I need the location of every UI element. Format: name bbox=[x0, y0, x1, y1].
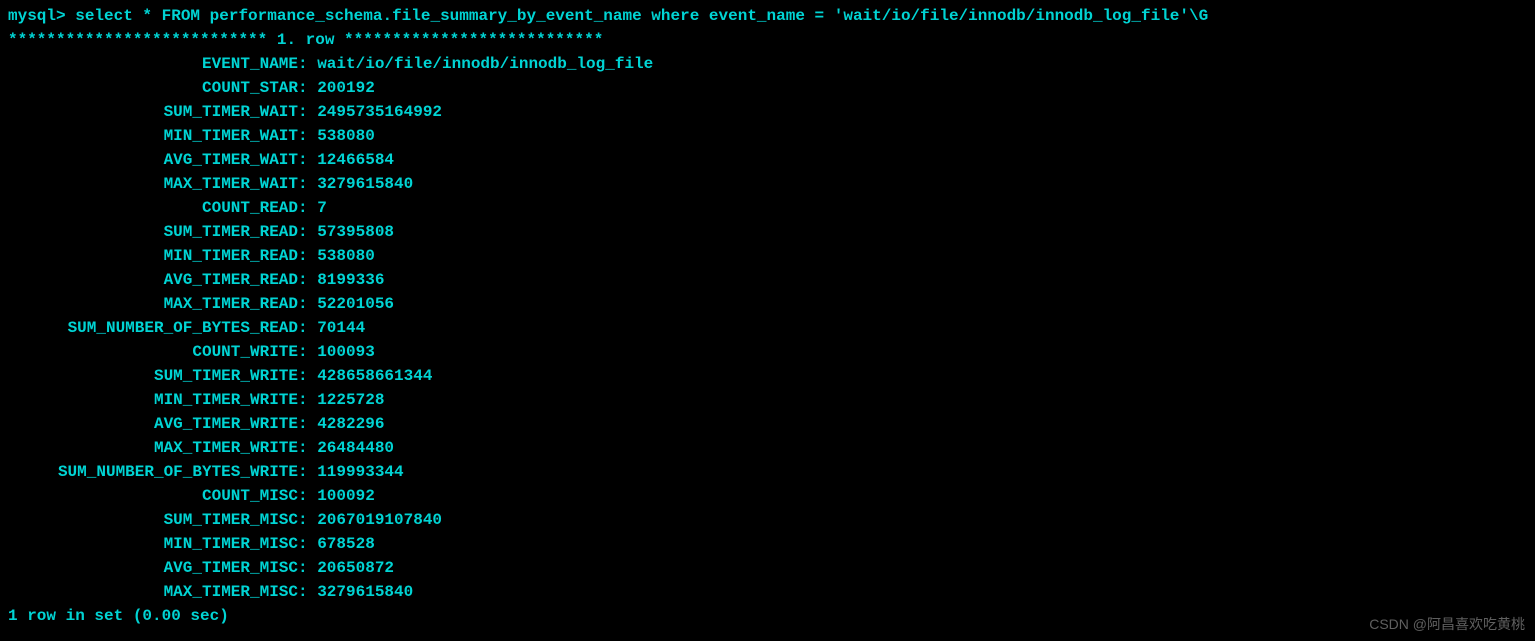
field-label: MAX_TIMER_MISC bbox=[8, 580, 298, 604]
field-value: 52201056 bbox=[317, 295, 394, 313]
field-colon: : bbox=[298, 391, 317, 409]
field-value: 2495735164992 bbox=[317, 103, 442, 121]
field-label: AVG_TIMER_WRITE bbox=[8, 412, 298, 436]
field-value: 70144 bbox=[317, 319, 365, 337]
field-label: COUNT_MISC bbox=[8, 484, 298, 508]
field-colon: : bbox=[298, 463, 317, 481]
field-colon: : bbox=[298, 559, 317, 577]
result-fields: EVENT_NAME: wait/io/file/innodb/innodb_l… bbox=[8, 52, 1527, 604]
field-row: AVG_TIMER_READ: 8199336 bbox=[8, 268, 1527, 292]
field-row: COUNT_READ: 7 bbox=[8, 196, 1527, 220]
field-row: COUNT_STAR: 200192 bbox=[8, 76, 1527, 100]
field-row: AVG_TIMER_MISC: 20650872 bbox=[8, 556, 1527, 580]
field-colon: : bbox=[298, 79, 317, 97]
field-colon: : bbox=[298, 271, 317, 289]
field-value: 2067019107840 bbox=[317, 511, 442, 529]
watermark: CSDN @阿昌喜欢吃黄桃 bbox=[1369, 614, 1525, 635]
field-colon: : bbox=[298, 103, 317, 121]
field-colon: : bbox=[298, 319, 317, 337]
field-label: COUNT_STAR bbox=[8, 76, 298, 100]
field-row: SUM_NUMBER_OF_BYTES_READ: 70144 bbox=[8, 316, 1527, 340]
field-row: SUM_TIMER_READ: 57395808 bbox=[8, 220, 1527, 244]
field-value: 678528 bbox=[317, 535, 375, 553]
field-label: MIN_TIMER_WAIT bbox=[8, 124, 298, 148]
field-colon: : bbox=[298, 247, 317, 265]
field-row: COUNT_WRITE: 100093 bbox=[8, 340, 1527, 364]
field-colon: : bbox=[298, 199, 317, 217]
field-value: 26484480 bbox=[317, 439, 394, 457]
field-value: 8199336 bbox=[317, 271, 384, 289]
field-colon: : bbox=[298, 415, 317, 433]
result-footer: 1 row in set (0.00 sec) bbox=[8, 604, 1527, 628]
field-value: 119993344 bbox=[317, 463, 403, 481]
field-value: 100092 bbox=[317, 487, 375, 505]
field-row: AVG_TIMER_WAIT: 12466584 bbox=[8, 148, 1527, 172]
field-label: SUM_TIMER_READ bbox=[8, 220, 298, 244]
field-colon: : bbox=[298, 367, 317, 385]
field-colon: : bbox=[298, 535, 317, 553]
field-label: MAX_TIMER_WAIT bbox=[8, 172, 298, 196]
field-row: COUNT_MISC: 100092 bbox=[8, 484, 1527, 508]
field-value: wait/io/file/innodb/innodb_log_file bbox=[317, 55, 653, 73]
field-value: 1225728 bbox=[317, 391, 384, 409]
field-value: 428658661344 bbox=[317, 367, 432, 385]
field-label: MIN_TIMER_WRITE bbox=[8, 388, 298, 412]
mysql-prompt-line: mysql> select * FROM performance_schema.… bbox=[8, 4, 1527, 28]
field-row: MIN_TIMER_WRITE: 1225728 bbox=[8, 388, 1527, 412]
field-value: 538080 bbox=[317, 247, 375, 265]
field-row: MAX_TIMER_WAIT: 3279615840 bbox=[8, 172, 1527, 196]
field-colon: : bbox=[298, 583, 317, 601]
field-row: MAX_TIMER_READ: 52201056 bbox=[8, 292, 1527, 316]
field-label: MIN_TIMER_READ bbox=[8, 244, 298, 268]
field-row: MIN_TIMER_MISC: 678528 bbox=[8, 532, 1527, 556]
field-value: 100093 bbox=[317, 343, 375, 361]
field-colon: : bbox=[298, 175, 317, 193]
field-label: MAX_TIMER_WRITE bbox=[8, 436, 298, 460]
field-value: 3279615840 bbox=[317, 175, 413, 193]
field-colon: : bbox=[298, 295, 317, 313]
field-label: AVG_TIMER_READ bbox=[8, 268, 298, 292]
field-label: SUM_TIMER_WAIT bbox=[8, 100, 298, 124]
field-colon: : bbox=[298, 487, 317, 505]
field-row: MAX_TIMER_MISC: 3279615840 bbox=[8, 580, 1527, 604]
field-label: AVG_TIMER_MISC bbox=[8, 556, 298, 580]
field-colon: : bbox=[298, 55, 317, 73]
field-row: MAX_TIMER_WRITE: 26484480 bbox=[8, 436, 1527, 460]
field-row: AVG_TIMER_WRITE: 4282296 bbox=[8, 412, 1527, 436]
field-value: 57395808 bbox=[317, 223, 394, 241]
field-value: 20650872 bbox=[317, 559, 394, 577]
field-label: SUM_NUMBER_OF_BYTES_READ bbox=[8, 316, 298, 340]
field-value: 12466584 bbox=[317, 151, 394, 169]
field-label: EVENT_NAME bbox=[8, 52, 298, 76]
field-value: 7 bbox=[317, 199, 327, 217]
field-value: 538080 bbox=[317, 127, 375, 145]
field-label: MIN_TIMER_MISC bbox=[8, 532, 298, 556]
field-colon: : bbox=[298, 511, 317, 529]
field-row: SUM_TIMER_WRITE: 428658661344 bbox=[8, 364, 1527, 388]
field-row: MIN_TIMER_WAIT: 538080 bbox=[8, 124, 1527, 148]
field-row: EVENT_NAME: wait/io/file/innodb/innodb_l… bbox=[8, 52, 1527, 76]
field-label: SUM_TIMER_WRITE bbox=[8, 364, 298, 388]
field-colon: : bbox=[298, 343, 317, 361]
field-colon: : bbox=[298, 439, 317, 457]
field-row: SUM_NUMBER_OF_BYTES_WRITE: 119993344 bbox=[8, 460, 1527, 484]
field-row: MIN_TIMER_READ: 538080 bbox=[8, 244, 1527, 268]
field-colon: : bbox=[298, 223, 317, 241]
field-label: COUNT_WRITE bbox=[8, 340, 298, 364]
field-row: SUM_TIMER_WAIT: 2495735164992 bbox=[8, 100, 1527, 124]
field-label: COUNT_READ bbox=[8, 196, 298, 220]
field-label: MAX_TIMER_READ bbox=[8, 292, 298, 316]
field-value: 4282296 bbox=[317, 415, 384, 433]
field-value: 3279615840 bbox=[317, 583, 413, 601]
row-separator: *************************** 1. row *****… bbox=[8, 28, 1527, 52]
field-value: 200192 bbox=[317, 79, 375, 97]
field-colon: : bbox=[298, 127, 317, 145]
field-row: SUM_TIMER_MISC: 2067019107840 bbox=[8, 508, 1527, 532]
field-label: AVG_TIMER_WAIT bbox=[8, 148, 298, 172]
field-label: SUM_TIMER_MISC bbox=[8, 508, 298, 532]
field-colon: : bbox=[298, 151, 317, 169]
field-label: SUM_NUMBER_OF_BYTES_WRITE bbox=[8, 460, 298, 484]
